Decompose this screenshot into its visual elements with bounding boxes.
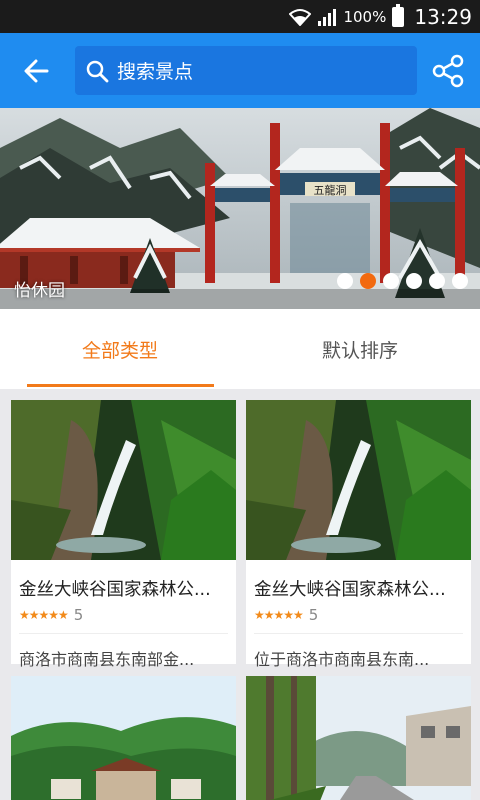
- spot-title: 金丝大峡谷国家森林公...: [254, 580, 446, 600]
- status-bar: 100% 13:29: [0, 0, 480, 33]
- spot-rating: ★★★★★ 5: [19, 606, 83, 624]
- back-button[interactable]: [18, 53, 54, 89]
- spot-thumbnail: [11, 676, 236, 800]
- search-icon: [86, 60, 109, 82]
- search-input[interactable]: 搜索景点: [75, 46, 417, 95]
- spot-card[interactable]: 金丝大峡谷国家森林公... ★★★★★ 5 商洛市商南县东南部金...: [11, 400, 236, 669]
- scenic-spot-grid: 金丝大峡谷国家森林公... ★★★★★ 5 商洛市商南县东南部金... 金丝大峡…: [0, 389, 480, 800]
- filter-tabs: 全部类型 默认排序: [0, 309, 480, 389]
- app-header: 搜索景点: [0, 33, 480, 108]
- spot-card[interactable]: 金丝大峡谷国家森林公... ★★★★★ 5 位于商洛市商南县东南...: [246, 400, 471, 669]
- spot-thumbnail: [246, 400, 471, 560]
- banner-caption: 怡休园: [14, 281, 65, 301]
- carousel-dot[interactable]: [429, 273, 445, 289]
- signal-icon: [318, 8, 337, 26]
- share-icon: [432, 54, 464, 88]
- spot-title: 金丝大峡谷国家森林公...: [19, 580, 211, 600]
- spot-rating: ★★★★★ 5: [254, 606, 318, 624]
- share-button[interactable]: [430, 53, 466, 89]
- gate-plaque: 五龍洞: [314, 183, 347, 197]
- clock: 13:29: [414, 4, 472, 29]
- spot-card[interactable]: [11, 676, 236, 800]
- banner-carousel[interactable]: 五龍洞 怡休园: [0, 108, 480, 309]
- card-divider: [19, 633, 228, 634]
- carousel-dot[interactable]: [383, 273, 399, 289]
- star-rating-icon: ★★★★★: [19, 608, 69, 622]
- wifi-icon: [289, 8, 312, 26]
- card-divider: [254, 633, 463, 634]
- spot-description: 商洛市商南县东南部金...: [19, 650, 195, 669]
- carousel-dot-active[interactable]: [360, 273, 376, 289]
- spot-thumbnail: [11, 400, 236, 560]
- carousel-dot[interactable]: [406, 273, 422, 289]
- star-rating-icon: ★★★★★: [254, 608, 304, 622]
- search-placeholder: 搜索景点: [117, 61, 194, 83]
- carousel-dot[interactable]: [452, 273, 468, 289]
- arrow-left-icon: [24, 59, 49, 83]
- rating-score: 5: [73, 606, 84, 624]
- carousel-dot[interactable]: [337, 273, 353, 289]
- battery-icon: [392, 3, 405, 27]
- tab-indicator: [27, 384, 214, 387]
- tab-all-types[interactable]: 全部类型: [0, 309, 240, 389]
- spot-thumbnail: [246, 676, 471, 800]
- carousel-indicators: [337, 273, 468, 289]
- tab-default-sort[interactable]: 默认排序: [240, 309, 480, 389]
- spot-description: 位于商洛市商南县东南...: [254, 650, 430, 669]
- spot-card[interactable]: [246, 676, 471, 800]
- battery-percent: 100%: [343, 7, 387, 26]
- status-icons: 100% 13:29: [289, 0, 472, 33]
- rating-score: 5: [308, 606, 319, 624]
